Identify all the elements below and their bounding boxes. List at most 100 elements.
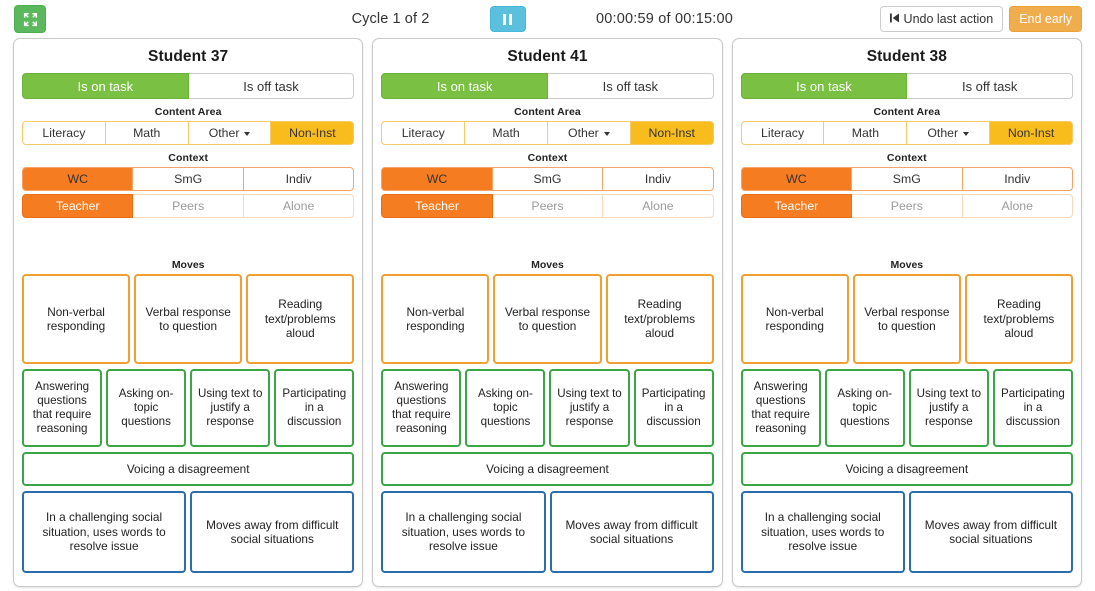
task_options-option-is-off-task[interactable]: Is off task: [188, 73, 355, 99]
task_options-option-is-on-task[interactable]: Is on task: [22, 73, 189, 99]
content_area_options-option-other[interactable]: Other: [906, 121, 990, 145]
context_row2_options-option-teacher[interactable]: Teacher: [22, 193, 134, 218]
move-card-voicing-a-disagreement[interactable]: Voicing a disagreement: [22, 452, 355, 486]
context_row2_options-option-peers: Peers: [852, 193, 962, 218]
content_area_options-option-math[interactable]: Math: [464, 121, 547, 145]
panel-title: Student 41: [507, 48, 588, 65]
content_area_options-option-label: Math: [133, 125, 161, 140]
moves-label: Moves: [531, 259, 564, 271]
move-card-non-verbal-responding[interactable]: Non-verbal responding: [381, 274, 490, 364]
task_options-option-is-on-task[interactable]: Is on task: [740, 73, 908, 99]
move-card-in-a-challenging-social-situation-uses-w[interactable]: In a challenging social situation, uses …: [22, 491, 187, 573]
context_row1_options-option-indiv[interactable]: Indiv: [961, 167, 1073, 191]
context_row1_options-option-indiv[interactable]: Indiv: [242, 167, 355, 191]
context_row1_options-option-indiv[interactable]: Indiv: [602, 167, 714, 191]
pause-button[interactable]: [489, 6, 526, 32]
context-label: Context: [527, 152, 568, 164]
move-card-participating-in-a-discussion[interactable]: Participating in a discussion: [274, 369, 355, 447]
move-card-using-text-to-justify-a-response[interactable]: Using text to justify a response: [549, 369, 630, 447]
panel-title: Student 37: [148, 48, 229, 65]
move-card-label: Answering questions that require reasoni…: [32, 379, 92, 436]
context_row1_options-option-wc[interactable]: WC: [22, 167, 134, 191]
move-card-reading-text-problems-aloud[interactable]: Reading text/problems aloud: [964, 274, 1073, 364]
move-card-asking-on-topic-questions[interactable]: Asking on-topic questions: [465, 369, 546, 447]
move-card-answering-questions-that-require-reasoni[interactable]: Answering questions that require reasoni…: [381, 369, 462, 447]
moves_row3-row: Voicing a disagreement: [22, 452, 355, 486]
step-backward-icon: [889, 12, 899, 26]
move-card-label: Verbal response to question: [145, 304, 231, 333]
content_area_options-option-other[interactable]: Other: [187, 121, 271, 145]
move-card-asking-on-topic-questions[interactable]: Asking on-topic questions: [106, 369, 187, 447]
context_row1_options-option-label: Indiv: [1004, 171, 1031, 186]
move-card-verbal-response-to-question[interactable]: Verbal response to question: [493, 274, 602, 364]
context_row1_options-option-label: SmG: [892, 171, 921, 186]
move-card-asking-on-topic-questions[interactable]: Asking on-topic questions: [824, 369, 905, 447]
content_area_options-option-non-inst[interactable]: Non-Inst: [989, 121, 1073, 145]
context_row1_options-option-smg[interactable]: SmG: [133, 167, 243, 191]
move-card-label: Using text to justify a response: [197, 386, 263, 429]
move-card-reading-text-problems-aloud[interactable]: Reading text/problems aloud: [605, 274, 714, 364]
move-card-non-verbal-responding[interactable]: Non-verbal responding: [740, 274, 849, 364]
end-early-button[interactable]: End early: [1009, 6, 1082, 32]
move-card-using-text-to-justify-a-response[interactable]: Using text to justify a response: [190, 369, 271, 447]
task_options-option-label: Is off task: [961, 78, 1018, 94]
context_row1_options-option-wc[interactable]: WC: [740, 167, 853, 191]
move-card-in-a-challenging-social-situation-uses-w[interactable]: In a challenging social situation, uses …: [740, 491, 905, 573]
fullscreen-button[interactable]: [14, 5, 46, 33]
panel-spacer: [741, 218, 1073, 259]
move-card-verbal-response-to-question[interactable]: Verbal response to question: [134, 274, 243, 364]
context_row2_options-option-teacher[interactable]: Teacher: [381, 193, 493, 218]
context_row2_options-option-teacher[interactable]: Teacher: [740, 193, 853, 218]
context_row2_options-option-label: Peers: [531, 198, 564, 213]
moves_row4-row: In a challenging social situation, uses …: [22, 491, 355, 573]
context_row2_options-group: Teacher Peers Alone: [22, 193, 355, 218]
move-card-voicing-a-disagreement[interactable]: Voicing a disagreement: [381, 452, 714, 486]
content_area_options-option-label: Other: [927, 125, 959, 140]
context_row2_options-option-label: Teacher: [415, 198, 459, 213]
content_area_options-option-literacy[interactable]: Literacy: [381, 121, 465, 145]
task_options-group: Is on task Is off task: [381, 73, 714, 99]
move-card-in-a-challenging-social-situation-uses-w[interactable]: In a challenging social situation, uses …: [381, 491, 546, 573]
content_area_options-option-literacy[interactable]: Literacy: [22, 121, 105, 145]
move-card-participating-in-a-discussion[interactable]: Participating in a discussion: [992, 369, 1073, 447]
content_area_options-option-label: Literacy: [42, 125, 86, 140]
context_row1_options-group: WC SmG Indiv: [381, 167, 714, 191]
move-card-answering-questions-that-require-reasoni[interactable]: Answering questions that require reasoni…: [740, 369, 821, 447]
move-card-using-text-to-justify-a-response[interactable]: Using text to justify a response: [908, 369, 989, 447]
context_row1_options-option-smg[interactable]: SmG: [852, 167, 962, 191]
moves-section: Moves Non-verbal responding Verbal respon…: [740, 259, 1073, 578]
move-card-moves-away-from-difficult-social-situati[interactable]: Moves away from difficult social situati…: [908, 491, 1073, 573]
task_options-option-is-on-task[interactable]: Is on task: [381, 73, 548, 99]
cycle-label: Cycle 1 of 2: [351, 11, 430, 27]
top-toolbar: Cycle 1 of 2 00:00:59 of 00:15:00 Undo l…: [0, 0, 1095, 38]
context_row1_options-option-smg[interactable]: SmG: [492, 167, 603, 191]
moves-section: Moves Non-verbal responding Verbal respon…: [381, 259, 714, 578]
content_area_options-option-other[interactable]: Other: [546, 121, 630, 145]
content_area_options-option-label: Non-Inst: [289, 125, 336, 140]
undo-last-action-button[interactable]: Undo last action: [879, 6, 1004, 32]
content-area-label: Content Area: [873, 106, 941, 118]
move-card-label: Verbal response to question: [864, 304, 950, 333]
move-card-non-verbal-responding[interactable]: Non-verbal responding: [22, 274, 131, 364]
moves_row1-row: Non-verbal responding Verbal response to …: [22, 274, 355, 364]
top-right-actions: Undo last action End early: [879, 0, 1082, 38]
content_area_options-option-non-inst[interactable]: Non-Inst: [629, 121, 714, 145]
content_area_options-option-literacy[interactable]: Literacy: [740, 121, 824, 145]
move-card-moves-away-from-difficult-social-situati[interactable]: Moves away from difficult social situati…: [190, 491, 355, 573]
context_row1_options-option-label: SmG: [533, 171, 562, 186]
move-card-moves-away-from-difficult-social-situati[interactable]: Moves away from difficult social situati…: [549, 491, 714, 573]
content_area_options-option-non-inst[interactable]: Non-Inst: [270, 121, 355, 145]
task_options-option-is-off-task[interactable]: Is off task: [548, 73, 714, 99]
task_options-option-label: Is off task: [243, 78, 299, 94]
context_row2_options-option-label: Alone: [282, 198, 315, 213]
context_row1_options-option-wc[interactable]: WC: [381, 167, 493, 191]
task_options-option-is-off-task[interactable]: Is off task: [907, 73, 1073, 99]
move-card-verbal-response-to-question[interactable]: Verbal response to question: [852, 274, 961, 364]
content_area_options-option-math[interactable]: Math: [823, 121, 907, 145]
move-card-answering-questions-that-require-reasoni[interactable]: Answering questions that require reasoni…: [22, 369, 103, 447]
content_area_options-option-math[interactable]: Math: [104, 121, 188, 145]
move-card-voicing-a-disagreement[interactable]: Voicing a disagreement: [740, 452, 1073, 486]
move-card-participating-in-a-discussion[interactable]: Participating in a discussion: [633, 369, 714, 447]
content-area-label: Content Area: [154, 106, 222, 118]
move-card-reading-text-problems-aloud[interactable]: Reading text/problems aloud: [246, 274, 355, 364]
